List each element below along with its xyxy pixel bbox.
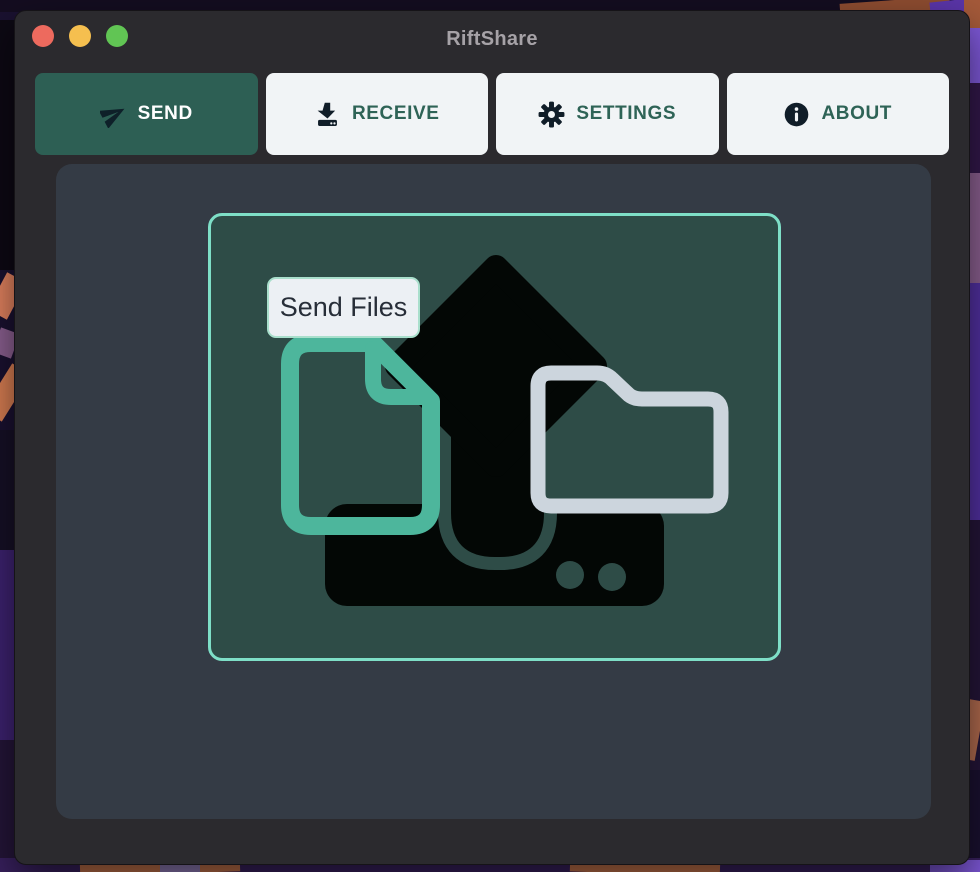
gear-icon: [538, 101, 565, 128]
tab-settings[interactable]: SETTINGS: [496, 73, 719, 155]
tab-bar: SEND RECEIVE: [35, 73, 949, 155]
zoom-window-button[interactable]: [106, 25, 128, 47]
tab-about-label: ABOUT: [821, 103, 892, 125]
send-page-panel: Send Files: [56, 164, 931, 819]
riftshare-window: RiftShare SEND: [14, 10, 970, 865]
tab-receive[interactable]: RECEIVE: [266, 73, 489, 155]
tab-about[interactable]: ABOUT: [727, 73, 950, 155]
file-icon: [290, 343, 431, 526]
send-files-label-text: Send Files: [280, 292, 408, 323]
titlebar: RiftShare: [15, 11, 969, 67]
info-icon: [783, 101, 810, 128]
paper-plane-icon: [100, 101, 127, 128]
window-title: RiftShare: [15, 11, 969, 67]
tab-send[interactable]: SEND: [35, 73, 258, 155]
tab-settings-label: SETTINGS: [576, 103, 676, 125]
send-files-label[interactable]: Send Files: [267, 277, 420, 338]
minimize-window-button[interactable]: [69, 25, 91, 47]
tab-receive-label: RECEIVE: [352, 103, 440, 125]
download-icon: [314, 101, 341, 128]
file-drop-zone[interactable]: Send Files: [208, 213, 781, 661]
close-window-button[interactable]: [32, 25, 54, 47]
tab-send-label: SEND: [138, 103, 193, 125]
